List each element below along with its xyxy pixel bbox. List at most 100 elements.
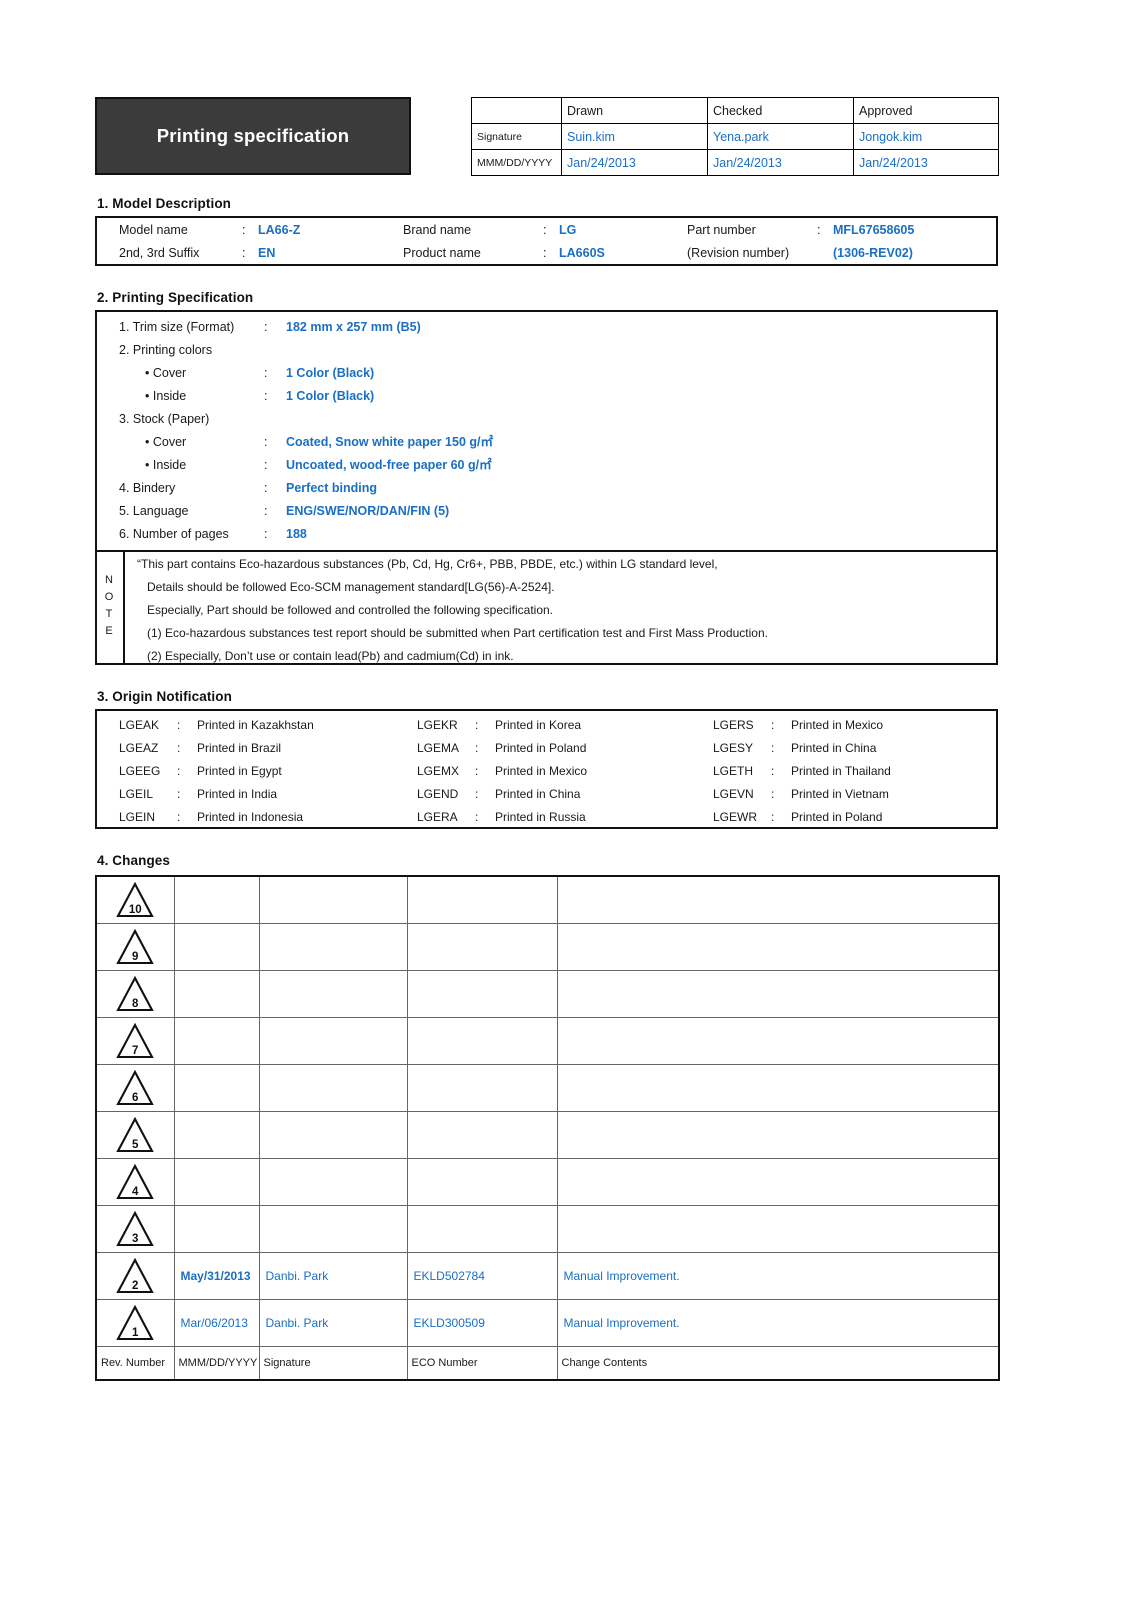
note-line-4: (1) Eco-hazardous substances test report…: [147, 626, 768, 640]
origin-colon-10: :: [475, 810, 479, 824]
origin-place-lgera: Printed in Russia: [495, 810, 586, 824]
spec-label-stock-paper: 3. Stock (Paper): [119, 412, 210, 426]
changes-cell-date: [173, 1204, 260, 1253]
changes-cell-change-contents: [556, 1110, 1000, 1159]
model-colon-1: :: [242, 222, 246, 237]
changes-footer-row: Rev. Number MMM/DD/YYYY Signature ECO Numbe…: [95, 1345, 1000, 1381]
spec-item-bindery: 4. Bindery: Perfect binding: [119, 481, 377, 495]
origin-entry-lgein: LGEIN: Printed in Indonesia: [119, 810, 303, 824]
model-colon-2: :: [543, 222, 547, 237]
model-colon-5: :: [543, 245, 547, 260]
spec-label-stock-inside: • Inside: [145, 458, 187, 472]
spec-colon-8: :: [264, 527, 268, 541]
origin-code-lgera: LGERA: [417, 810, 458, 824]
changes-cell-date: May/31/2013: [173, 1251, 260, 1300]
origin-notification-box: LGEAK: Printed in Kazakhstan LGEAZ: Printe…: [95, 709, 998, 829]
section-heading-printing-specification: 2. Printing Specification: [97, 290, 254, 305]
approval-row-label-date: MMM/DD/YYYY: [471, 149, 562, 176]
revision-number-label: 6: [132, 1091, 139, 1104]
model-label-part-number: Part number: [687, 222, 756, 237]
changes-cell-revision: 4: [95, 1157, 175, 1206]
approval-col-drawn: Drawn: [561, 97, 708, 124]
revision-number-label: 3: [132, 1232, 139, 1245]
changes-cell-change-contents: Manual Improvement.: [556, 1251, 1000, 1300]
origin-place-lgers: Printed in Mexico: [791, 718, 884, 732]
origin-entry-lgera: LGERA: Printed in Russia: [417, 810, 586, 824]
origin-code-lgevn: LGEVN: [713, 787, 754, 801]
spec-value-stock-cover: Coated, Snow white paper 150 g/㎡: [286, 435, 493, 449]
model-label-model-name: Model name: [119, 222, 188, 237]
origin-entry-lgend: LGEND: Printed in China: [417, 787, 580, 801]
origin-code-lgein: LGEIN: [119, 810, 156, 824]
spec-item-colors-inside: • Inside: 1 Color (Black): [145, 389, 374, 403]
revision-number-label: 5: [132, 1138, 139, 1151]
changes-cell-revision: 3: [95, 1204, 175, 1253]
revision-triangle-icon: 2: [115, 1257, 155, 1294]
document-title-box: Printing specification: [95, 97, 411, 175]
changes-cell-signature: [258, 1016, 408, 1065]
changes-cell-revision: 5: [95, 1110, 175, 1159]
approval-table: Drawn Checked Approved Signature Suin.ki…: [471, 97, 999, 176]
origin-entry-lgeeg: LGEEG: Printed in Egypt: [119, 764, 282, 778]
changes-footer-rev: Rev. Number: [95, 1345, 175, 1381]
changes-cell-date: Mar/06/2013: [173, 1298, 260, 1347]
spec-value-stock-inside: Uncoated, wood-free paper 60 g/㎡: [286, 458, 492, 472]
printing-specification-page: Printing specification Drawn Checked App…: [0, 0, 1132, 1600]
note-separator: [97, 550, 996, 552]
note-line-5: (2) Especially, Don’t use or contain lea…: [147, 649, 514, 663]
origin-colon-6: :: [475, 718, 479, 732]
model-value-revision-number: (1306-REV02): [833, 245, 913, 260]
origin-colon-15: :: [771, 810, 775, 824]
origin-entry-lgevn: LGEVN: Printed in Vietnam: [713, 787, 889, 801]
origin-colon-11: :: [771, 718, 775, 732]
spec-label-language: 5. Language: [119, 504, 189, 518]
revision-triangle-icon: 7: [115, 1022, 155, 1059]
origin-colon-7: :: [475, 741, 479, 755]
table-row: 10: [95, 875, 1000, 924]
spec-label-stock-cover: • Cover: [145, 435, 187, 449]
origin-colon-1: :: [177, 718, 181, 732]
table-row: 5: [95, 1110, 1000, 1159]
revision-triangle-icon: 6: [115, 1069, 155, 1106]
model-value-suffix: EN: [258, 245, 276, 260]
spec-item-printing-colors: 2. Printing colors: [119, 343, 264, 357]
section-heading-origin-notification: 3. Origin Notification: [97, 689, 232, 704]
changes-cell-signature: [258, 1157, 408, 1206]
changes-cell-revision: 6: [95, 1063, 175, 1112]
note-letter-n: N: [105, 574, 113, 586]
changes-cell-signature-text: Danbi. Park: [265, 1268, 329, 1283]
changes-cell-signature: [258, 1204, 408, 1253]
changes-cell-revision: 8: [95, 969, 175, 1018]
origin-place-lgend: Printed in China: [495, 787, 581, 801]
changes-cell-eco-number: [406, 1110, 558, 1159]
model-label-brand-name: Brand name: [403, 222, 472, 237]
model-value-product-name: LA660S: [559, 245, 605, 260]
spec-item-stock-cover: • Cover: Coated, Snow white paper 150 g/㎡: [145, 435, 493, 449]
origin-code-lgeak: LGEAK: [119, 718, 160, 732]
origin-colon-4: :: [177, 787, 181, 801]
origin-colon-12: :: [771, 741, 775, 755]
model-colon-4: :: [242, 245, 246, 260]
origin-code-lgeil: LGEIL: [119, 787, 154, 801]
changes-footer-contents: Change Contents: [556, 1345, 1000, 1381]
changes-cell-change-contents: [556, 1204, 1000, 1253]
origin-entry-lgeak: LGEAK: Printed in Kazakhstan: [119, 718, 314, 732]
changes-cell-date: [173, 1063, 260, 1112]
spec-label-bindery: 4. Bindery: [119, 481, 176, 495]
table-row: 8: [95, 969, 1000, 1018]
model-label-revision-number: (Revision number): [687, 245, 790, 260]
spec-value-bindery: Perfect binding: [286, 481, 377, 495]
origin-place-lgekr: Printed in Korea: [495, 718, 582, 732]
changes-cell-date: [173, 1110, 260, 1159]
document-header: Printing specification Drawn Checked App…: [95, 97, 999, 176]
spec-label-number-of-pages: 6. Number of pages: [119, 527, 229, 541]
changes-footer-signature: Signature: [258, 1345, 408, 1381]
model-value-brand-name: LG: [559, 222, 577, 237]
changes-cell-eco-number: [406, 969, 558, 1018]
revision-triangle-icon: 10: [115, 881, 155, 918]
changes-cell-eco-number-text: EKLD502784: [413, 1268, 485, 1283]
note-vertical-rule: [123, 550, 125, 663]
changes-cell-signature: Danbi. Park: [258, 1298, 408, 1347]
printing-specification-box: 1. Trim size (Format): 182 mm x 257 mm (B…: [95, 310, 998, 665]
changes-cell-signature: [258, 969, 408, 1018]
